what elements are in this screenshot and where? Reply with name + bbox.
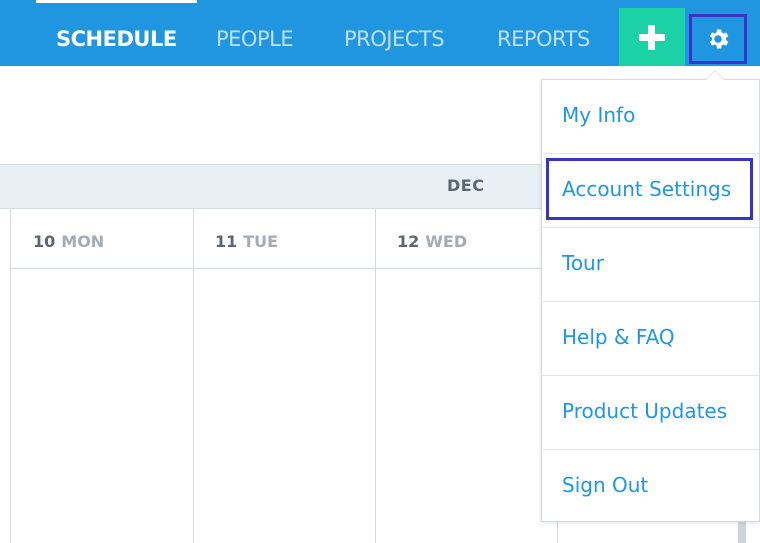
menu-item-label: Sign Out: [562, 473, 649, 497]
month-label: DEC: [447, 176, 485, 195]
day-header-tue: 11 TUE: [215, 232, 278, 251]
day-header-wed: 12 WED: [397, 232, 467, 251]
day-column-divider: [10, 209, 11, 543]
menu-item-label: My Info: [562, 103, 636, 127]
menu-item-label: Help & FAQ: [562, 325, 675, 349]
day-name: WED: [425, 232, 468, 251]
day-number: 12: [397, 232, 420, 251]
month-strip-left: [0, 164, 10, 209]
settings-dropdown-menu: My Info Account Settings Tour Help & FAQ…: [541, 70, 760, 524]
add-button[interactable]: [619, 8, 685, 66]
menu-item-account-settings[interactable]: Account Settings: [542, 154, 759, 228]
nav-tab-people[interactable]: PEOPLE: [216, 0, 294, 66]
top-navigation-bar: SCHEDULE PEOPLE PROJECTS REPORTS: [0, 0, 760, 66]
menu-item-my-info[interactable]: My Info: [542, 80, 759, 154]
nav-tab-reports[interactable]: REPORTS: [497, 0, 590, 66]
gear-icon: [709, 29, 729, 49]
menu-item-help-faq[interactable]: Help & FAQ: [542, 302, 759, 376]
day-number: 10: [33, 232, 56, 251]
nav-tab-schedule[interactable]: SCHEDULE: [36, 0, 197, 66]
day-column-divider: [375, 209, 376, 543]
menu-item-sign-out[interactable]: Sign Out: [542, 450, 759, 524]
menu-item-label: Product Updates: [562, 399, 728, 423]
menu-item-label: Tour: [562, 251, 604, 275]
menu-item-product-updates[interactable]: Product Updates: [542, 376, 759, 450]
day-name: MON: [61, 232, 105, 251]
menu-item-tour[interactable]: Tour: [542, 228, 759, 302]
nav-tab-projects[interactable]: PROJECTS: [344, 0, 445, 66]
day-header-mon: 10 MON: [33, 232, 104, 251]
day-name: TUE: [243, 232, 279, 251]
day-column-divider: [193, 209, 194, 543]
settings-button[interactable]: [689, 14, 747, 64]
day-number: 11: [215, 232, 238, 251]
menu-item-label: Account Settings: [562, 177, 732, 201]
